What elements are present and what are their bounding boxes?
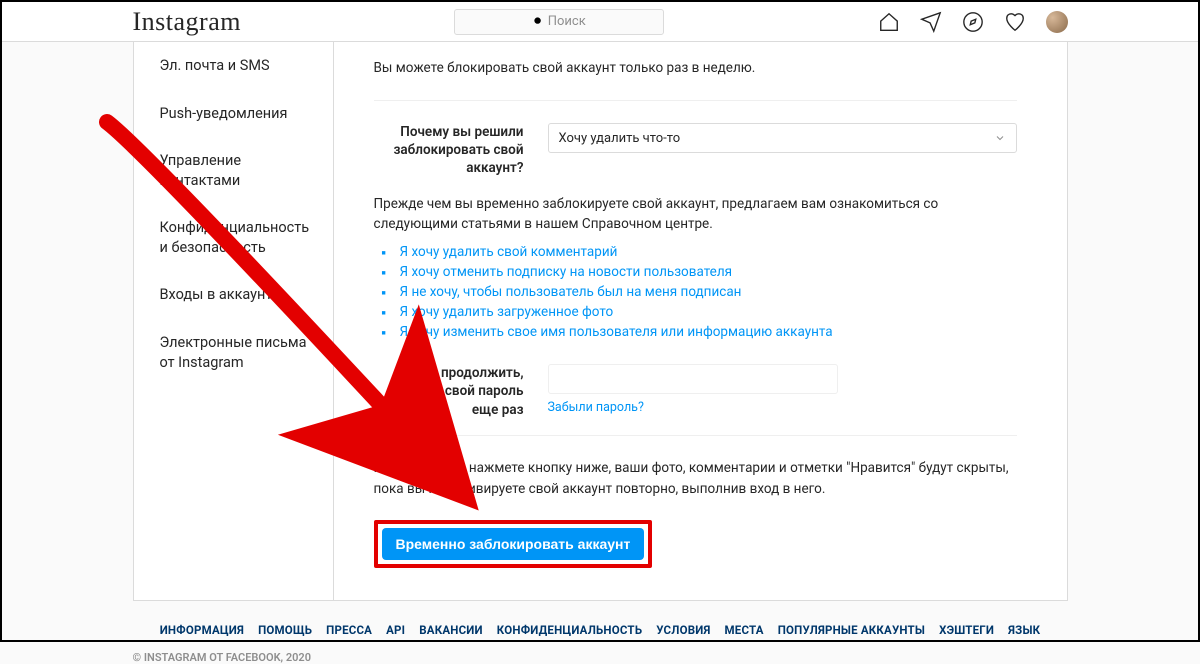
sidebar-item-push[interactable]: Push-уведомления bbox=[134, 90, 333, 138]
reason-selected-value: Хочу удалить что-то bbox=[559, 131, 681, 146]
chevron-down-icon bbox=[994, 132, 1006, 144]
password-row: Чтобы продолжить, введите свой пароль ещ… bbox=[374, 364, 1017, 419]
settings-container: Эл. почта и SMS Push-уведомления Управле… bbox=[133, 42, 1068, 601]
footer-link-jobs[interactable]: ВАКАНСИИ bbox=[419, 623, 483, 637]
settings-content: Вы можете блокировать свой аккаунт тольк… bbox=[334, 42, 1067, 600]
footer-links: ИНФОРМАЦИЯ ПОМОЩЬ ПРЕССА API ВАКАНСИИ КО… bbox=[133, 623, 1068, 637]
footer-link-api[interactable]: API bbox=[386, 623, 405, 637]
help-link-remove-follower[interactable]: Я не хочу, чтобы пользователь был на мен… bbox=[400, 284, 742, 300]
direct-icon[interactable] bbox=[920, 11, 942, 33]
footer-link-help[interactable]: ПОМОЩЬ bbox=[258, 623, 312, 637]
temporarily-disable-button[interactable]: Временно заблокировать аккаунт bbox=[382, 528, 645, 560]
top-nav: Instagram Поиск bbox=[2, 2, 1198, 42]
block-limit-text: Вы можете блокировать свой аккаунт тольк… bbox=[374, 60, 1017, 76]
copyright-text: © INSTAGRAM ОТ FACEBOOK, 2020 bbox=[133, 651, 1068, 664]
page-footer: ИНФОРМАЦИЯ ПОМОЩЬ ПРЕССА API ВАКАНСИИ КО… bbox=[133, 623, 1068, 664]
footer-link-privacy[interactable]: КОНФИДЕНЦИАЛЬНОСТЬ bbox=[497, 623, 642, 637]
settings-sidebar: Эл. почта и SMS Push-уведомления Управле… bbox=[134, 42, 334, 600]
annotation-highlight-box: Временно заблокировать аккаунт bbox=[374, 520, 653, 568]
footer-link-about[interactable]: ИНФОРМАЦИЯ bbox=[160, 623, 244, 637]
footer-link-language[interactable]: ЯЗЫК bbox=[1008, 623, 1040, 637]
final-warning-text: Как только вы нажмете кнопку ниже, ваши … bbox=[374, 458, 1017, 500]
sidebar-item-contacts[interactable]: Управление контактами bbox=[134, 137, 333, 204]
footer-link-locations[interactable]: МЕСТА bbox=[725, 623, 764, 637]
before-block-text: Прежде чем вы временно заблокируете свой… bbox=[374, 194, 1017, 235]
footer-link-terms[interactable]: УСЛОВИЯ bbox=[656, 623, 710, 637]
divider-2 bbox=[374, 435, 1017, 436]
sidebar-item-login-activity[interactable]: Входы в аккаунт bbox=[134, 271, 333, 319]
footer-link-hashtags[interactable]: ХЭШТЕГИ bbox=[939, 623, 994, 637]
top-nav-inner: Instagram Поиск bbox=[133, 7, 1068, 37]
footer-link-top-accounts[interactable]: ПОПУЛЯРНЫЕ АККАУНТЫ bbox=[778, 623, 925, 637]
help-link-unfollow-news[interactable]: Я хочу отменить подписку на новости поль… bbox=[400, 264, 733, 280]
instagram-logo[interactable]: Instagram bbox=[133, 7, 241, 37]
search-input[interactable]: Поиск bbox=[454, 9, 664, 35]
forgot-password-link[interactable]: Забыли пароль? bbox=[548, 400, 644, 415]
activity-icon[interactable] bbox=[1004, 11, 1026, 33]
password-input[interactable] bbox=[548, 364, 838, 394]
help-links-list: Я хочу удалить свой комментарий Я хочу о… bbox=[374, 244, 1017, 340]
sidebar-item-email-sms[interactable]: Эл. почта и SMS bbox=[134, 42, 333, 90]
search-placeholder: Поиск bbox=[548, 14, 586, 29]
sidebar-item-privacy-security[interactable]: Конфиденциальность и безопасность bbox=[134, 204, 333, 271]
password-label: Чтобы продолжить, введите свой пароль ещ… bbox=[374, 364, 524, 419]
reason-label: Почему вы решили заблокировать свой акка… bbox=[374, 123, 524, 178]
sidebar-item-emails-from-ig[interactable]: Электронные письма от Instagram bbox=[134, 319, 333, 386]
home-icon[interactable] bbox=[878, 11, 900, 33]
search-icon bbox=[533, 16, 544, 27]
nav-icons bbox=[878, 11, 1068, 33]
footer-link-press[interactable]: ПРЕССА bbox=[326, 623, 372, 637]
reason-select[interactable]: Хочу удалить что-то bbox=[548, 123, 1017, 153]
reason-row: Почему вы решили заблокировать свой акка… bbox=[374, 123, 1017, 178]
divider bbox=[374, 100, 1017, 101]
help-link-delete-photo[interactable]: Я хочу удалить загруженное фото bbox=[400, 304, 614, 320]
help-link-change-username[interactable]: Я хочу изменить свое имя пользователя ил… bbox=[400, 324, 833, 340]
help-link-delete-comment[interactable]: Я хочу удалить свой комментарий bbox=[400, 244, 618, 260]
avatar[interactable] bbox=[1046, 11, 1068, 33]
explore-icon[interactable] bbox=[962, 11, 984, 33]
